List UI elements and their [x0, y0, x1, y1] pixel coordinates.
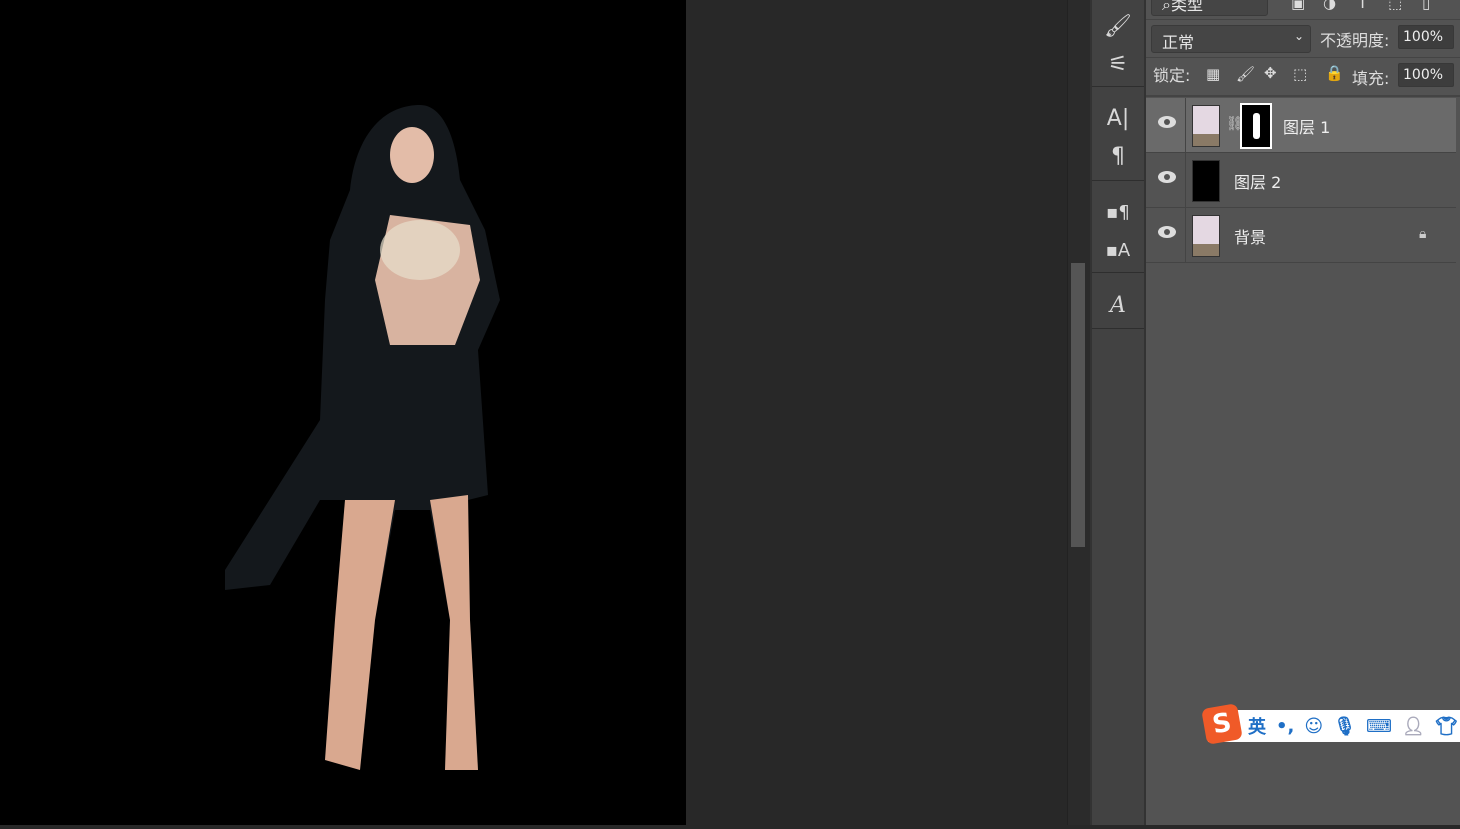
layer-name: 图层 1	[1283, 118, 1331, 137]
layer-row-layer1[interactable]: ⛓ 图层 1	[1146, 98, 1456, 153]
search-icon: ⌕	[1162, 0, 1171, 14]
lock-image-pixels-icon[interactable]: 🖌	[1236, 65, 1255, 83]
sogou-logo-icon[interactable]: S	[1201, 703, 1243, 745]
fill-label: 填充:	[1352, 69, 1390, 88]
layer-row-background[interactable]: 背景 🔒︎	[1146, 208, 1456, 263]
cutout-figure-image	[225, 105, 500, 770]
filter-smart-object-icon[interactable]: ▯	[1422, 0, 1430, 12]
fill-input[interactable]: 100%	[1398, 63, 1454, 87]
layer-thumbnail	[1192, 160, 1220, 202]
lock-transparent-pixels-icon[interactable]: ▦	[1206, 65, 1220, 83]
ime-punctuation-toggle[interactable]: •,	[1276, 716, 1294, 737]
character-icon[interactable]: A|	[1092, 100, 1144, 136]
skin-icon[interactable]: 👕︎	[1435, 716, 1458, 737]
lock-position-icon[interactable]: ✥	[1264, 64, 1277, 82]
filter-shape-icon[interactable]: ⬚	[1388, 0, 1402, 12]
eye-icon	[1158, 171, 1176, 183]
keyboard-icon[interactable]: ⌨	[1366, 716, 1392, 737]
filter-type-icon[interactable]: T	[1358, 0, 1367, 12]
layer-name: 图层 2	[1234, 173, 1282, 192]
layer-name: 背景	[1234, 228, 1267, 247]
filter-pixel-icon[interactable]: ▣	[1291, 0, 1305, 12]
lock-all-icon[interactable]: 🔒	[1325, 64, 1344, 82]
chevron-down-icon: ⌄	[1293, 29, 1304, 43]
emoji-icon[interactable]: ☺	[1304, 716, 1323, 737]
brush-settings-icon[interactable]: 🖌	[1092, 8, 1144, 44]
paragraph-icon[interactable]: ¶	[1092, 138, 1144, 174]
opacity-input[interactable]: 100%	[1398, 25, 1454, 49]
layer-mask-thumbnail[interactable]	[1240, 103, 1272, 149]
visibility-toggle[interactable]	[1146, 208, 1186, 263]
visibility-toggle[interactable]	[1146, 153, 1186, 208]
eye-icon	[1158, 116, 1176, 128]
layer-row-layer2[interactable]: 图层 2	[1146, 153, 1456, 208]
panel-tool-strip: 🖌 ⚟ A| ¶ ▪¶ ▪A A	[1090, 0, 1146, 825]
layer-filter-dropdown[interactable]: ⌕类型	[1151, 0, 1268, 16]
vertical-scrollbar[interactable]	[1067, 0, 1090, 825]
filter-adjustment-icon[interactable]: ◑	[1323, 0, 1336, 12]
adjustments-icon[interactable]: ⚟	[1092, 46, 1144, 82]
glyphs-icon[interactable]: A	[1092, 287, 1144, 323]
user-icon[interactable]: 👤︎	[1402, 716, 1425, 737]
character-styles-icon[interactable]: ▪A	[1092, 232, 1144, 268]
paragraph-styles-icon[interactable]: ▪¶	[1092, 194, 1144, 230]
blend-mode-dropdown[interactable]: 正常 ⌄	[1151, 25, 1311, 53]
eye-icon	[1158, 226, 1176, 238]
visibility-toggle[interactable]	[1146, 98, 1186, 153]
document-canvas[interactable]	[0, 0, 686, 825]
layer-thumbnail	[1192, 215, 1220, 257]
layers-panel: ⌕类型 ▣ ◑ T ⬚ ▯ 正常 ⌄ 不透明度: 100% 锁定: ▦ 🖌 ✥ ⬚…	[1146, 0, 1460, 825]
layer-thumbnail	[1192, 105, 1220, 147]
ime-toolbar: S 英 •, ☺ 🎙︎ ⌨ 👤︎ 👕︎ ▪	[1201, 703, 1460, 745]
lock-icon: 🔒︎	[1419, 226, 1427, 242]
lock-label: 锁定:	[1153, 66, 1191, 85]
microphone-icon[interactable]: 🎙︎	[1333, 716, 1356, 737]
ime-mode-toggle[interactable]: 英	[1248, 713, 1266, 739]
lock-artboard-icon[interactable]: ⬚	[1293, 65, 1307, 83]
scrollbar-thumb[interactable]	[1071, 263, 1085, 547]
opacity-label: 不透明度:	[1320, 31, 1390, 50]
